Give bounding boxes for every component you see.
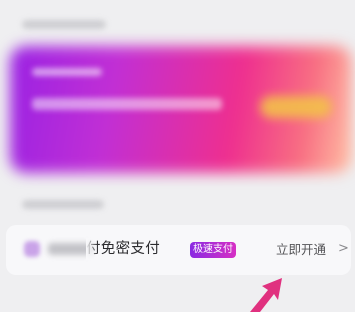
chevron-right-icon[interactable]: > [338, 240, 349, 258]
section-heading-blurred-2 [22, 200, 104, 209]
promo-action-button[interactable] [260, 96, 332, 118]
speed-pay-badge: 极速支付 [190, 242, 236, 258]
open-now-link[interactable]: 立即开通 [276, 241, 326, 259]
promo-banner-content [10, 46, 352, 173]
section-heading-blurred [22, 20, 106, 29]
promo-subtitle-blurred [32, 68, 102, 76]
row-label-fade [86, 238, 98, 260]
pointer-arrow-icon [250, 278, 282, 312]
payment-app-icon [24, 241, 40, 257]
promo-title-blurred [32, 98, 222, 110]
password-free-payment-row[interactable]: 付免密支付 极速支付 立即开通 > [6, 225, 351, 275]
